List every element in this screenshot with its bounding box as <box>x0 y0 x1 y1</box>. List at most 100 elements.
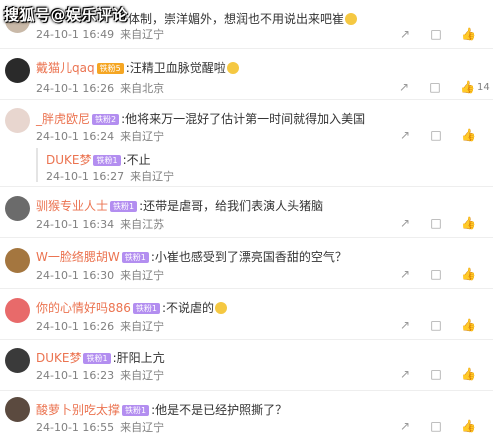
comment-text: :汪精卫血脉觉醒啦 <box>125 61 226 75</box>
comment-line: 你的心情好吗886 铁粉1:不说虐的 <box>36 299 228 316</box>
comment-item: 戴猫儿qaq 铁粉5:汪精卫血脉觉醒啦 24-10-1 16:26 来自北京 ↗ □… <box>0 49 493 100</box>
comment-date: 24-10-1 16:24 <box>36 130 115 143</box>
comment-icon[interactable]: □ <box>429 27 443 41</box>
comment-line: DUKE梦 铁粉1:肝阳上亢 <box>36 349 165 366</box>
comment-actions: ↗ □ 👍 <box>398 267 478 281</box>
comment-text-body: 体制，崇洋媚外，想润也不用说出来吧崔 <box>128 12 345 26</box>
username-link[interactable]: 你的心情好吗886 <box>36 301 131 315</box>
comment-date: 24-10-1 16:55 <box>36 421 115 434</box>
emoji-icon <box>215 302 228 314</box>
comment-actions: ↗ □ 👍 <box>398 419 478 433</box>
share-icon[interactable]: ↗ <box>398 318 412 332</box>
comment-date: 24-10-1 16:49 <box>36 28 115 41</box>
fan-badge: 铁粉1 <box>83 353 111 364</box>
comment-item: DUKE梦 铁粉1:肝阳上亢 24-10-1 16:23 来自辽宁 ↗ □ 👍 <box>0 340 493 391</box>
comment-actions: ↗ □ 👍 <box>398 128 478 142</box>
thumbs-up-icon[interactable]: 👍 <box>461 128 476 142</box>
comment-item: 驯猴专业人士 铁粉1:还带是虐哥，给我们表演人头猪脑 24-10-1 16:34 来… <box>0 187 493 238</box>
reply-item: DUKE梦 铁粉1:不止 24-10-1 16:27 来自辽宁 <box>36 148 478 183</box>
comment-actions: ↗ □ 👍 <box>398 216 478 230</box>
comment-icon[interactable]: □ <box>429 318 443 332</box>
avatar[interactable] <box>5 196 30 221</box>
comment-item: W一脸络腮胡W 铁粉1:小崔也感受到了漂亮国香甜的空气？ 24-10-1 16:3… <box>0 238 493 289</box>
thumbs-up-icon[interactable]: 👍 <box>461 267 476 281</box>
username-link[interactable]: _胖虎欧尼 <box>36 112 90 126</box>
comment-date: 24-10-1 16:26 <box>36 320 115 333</box>
avatar[interactable] <box>5 58 30 83</box>
username-link[interactable]: 戴猫儿qaq <box>36 61 95 75</box>
comment-meta: 24-10-1 16:26 来自北京 <box>36 80 170 96</box>
comment-location: 来自辽宁 <box>120 369 165 382</box>
username-link[interactable]: 驯猴专业人士 <box>36 199 108 213</box>
fan-badge: 铁粉1 <box>93 155 121 166</box>
comment-meta: 24-10-1 16:26 来自辽宁 <box>36 318 170 334</box>
watermark: 搜狐号@娱乐评论 <box>4 6 129 24</box>
avatar[interactable] <box>5 298 30 323</box>
comment-meta: 24-10-1 16:49 来自辽宁 <box>36 26 170 42</box>
share-icon[interactable]: ↗ <box>397 80 411 94</box>
reply-location: 来自辽宁 <box>130 170 175 183</box>
avatar[interactable] <box>5 397 30 422</box>
comment-date: 24-10-1 16:23 <box>36 369 115 382</box>
reply-text: :不止 <box>122 153 151 167</box>
thumbs-up-icon[interactable]: 👍 <box>461 216 476 230</box>
share-icon[interactable]: ↗ <box>398 419 412 433</box>
fan-badge: 铁粉1 <box>110 201 138 212</box>
comment-meta: 24-10-1 16:34 来自江苏 <box>36 216 170 232</box>
comment-location: 来自辽宁 <box>120 320 165 333</box>
comment-icon[interactable]: □ <box>429 128 443 142</box>
comment-icon[interactable]: □ <box>428 80 442 94</box>
thumbs-up-icon[interactable]: 👍 <box>461 367 476 381</box>
emoji-icon <box>226 62 239 74</box>
thumbs-up-icon[interactable]: 👍 <box>461 318 476 332</box>
fan-badge: 铁粉1 <box>121 252 149 263</box>
avatar[interactable] <box>5 348 30 373</box>
comment-location: 来自辽宁 <box>120 130 165 143</box>
comment-line: 驯猴专业人士 铁粉1:还带是虐哥，给我们表演人头猪脑 <box>36 197 323 214</box>
comment-text: :还带是虐哥，给我们表演人头猪脑 <box>139 199 324 213</box>
share-icon[interactable]: ↗ <box>398 27 412 41</box>
username-link[interactable]: W一脸络腮胡W <box>36 250 120 264</box>
share-icon[interactable]: ↗ <box>398 367 412 381</box>
fan-badge: 铁粉5 <box>96 63 124 74</box>
fan-badge: 铁粉2 <box>92 114 120 125</box>
comment-text: :肝阳上亢 <box>112 351 165 365</box>
comment-icon[interactable]: □ <box>429 267 443 281</box>
comment-meta: 24-10-1 16:55 来自辽宁 <box>36 419 170 435</box>
comment-actions: ↗ □ 👍 <box>398 27 478 41</box>
reply-date: 24-10-1 16:27 <box>46 170 125 183</box>
comment-actions: ↗ □ 👍 <box>398 318 478 332</box>
comment-icon[interactable]: □ <box>429 216 443 230</box>
thumbs-up-icon[interactable]: 👍 <box>460 80 475 94</box>
reply-line: DUKE梦 铁粉1:不止 <box>46 151 151 168</box>
thumbs-up-icon[interactable]: 👍 <box>461 27 476 41</box>
comment-text: :小崔也感受到了漂亮国香甜的空气？ <box>150 250 347 264</box>
username-link[interactable]: DUKE梦 <box>46 153 91 167</box>
comment-meta: 24-10-1 16:23 来自辽宁 <box>36 367 170 383</box>
fan-badge: 铁粉1 <box>122 405 150 416</box>
comment-actions: ↗ □ 👍 14 <box>397 80 493 94</box>
share-icon[interactable]: ↗ <box>398 128 412 142</box>
thumbs-up-icon[interactable]: 👍 <box>461 419 476 433</box>
share-icon[interactable]: ↗ <box>398 216 412 230</box>
comment-location: 来自北京 <box>120 82 165 95</box>
username-link[interactable]: 酸萝卜别吃太撑 <box>36 403 120 417</box>
comment-location: 来自辽宁 <box>120 28 165 41</box>
comment-text: :他将来万一混好了估计第一时间就得加入美国 <box>121 112 366 126</box>
comment-icon[interactable]: □ <box>429 419 443 433</box>
comment-location: 来自江苏 <box>120 218 165 231</box>
share-icon[interactable]: ↗ <box>398 267 412 281</box>
like-count: 14 <box>477 82 490 93</box>
comment-icon[interactable]: □ <box>429 367 443 381</box>
comment-item: 你的心情好吗886 铁粉1:不说虐的 24-10-1 16:26 来自辽宁 ↗ □ … <box>0 289 493 340</box>
avatar[interactable] <box>5 248 30 273</box>
fan-badge: 铁粉1 <box>132 303 160 314</box>
username-link[interactable]: DUKE梦 <box>36 351 81 365</box>
comment-date: 24-10-1 16:26 <box>36 82 115 95</box>
comment-text: :他是不是已经护照撕了？ <box>151 403 288 417</box>
comment-item: _胖虎欧尼 铁粉2:他将来万一混好了估计第一时间就得加入美国 24-10-1 16… <box>0 100 493 187</box>
comment-item: 酸萝卜别吃太撑 铁粉1:他是不是已经护照撕了？ 24-10-1 16:55 来自辽宁… <box>0 391 493 438</box>
comment-location: 来自辽宁 <box>120 269 165 282</box>
avatar[interactable] <box>5 108 30 133</box>
comment-meta: 24-10-1 16:30 来自辽宁 <box>36 267 170 283</box>
